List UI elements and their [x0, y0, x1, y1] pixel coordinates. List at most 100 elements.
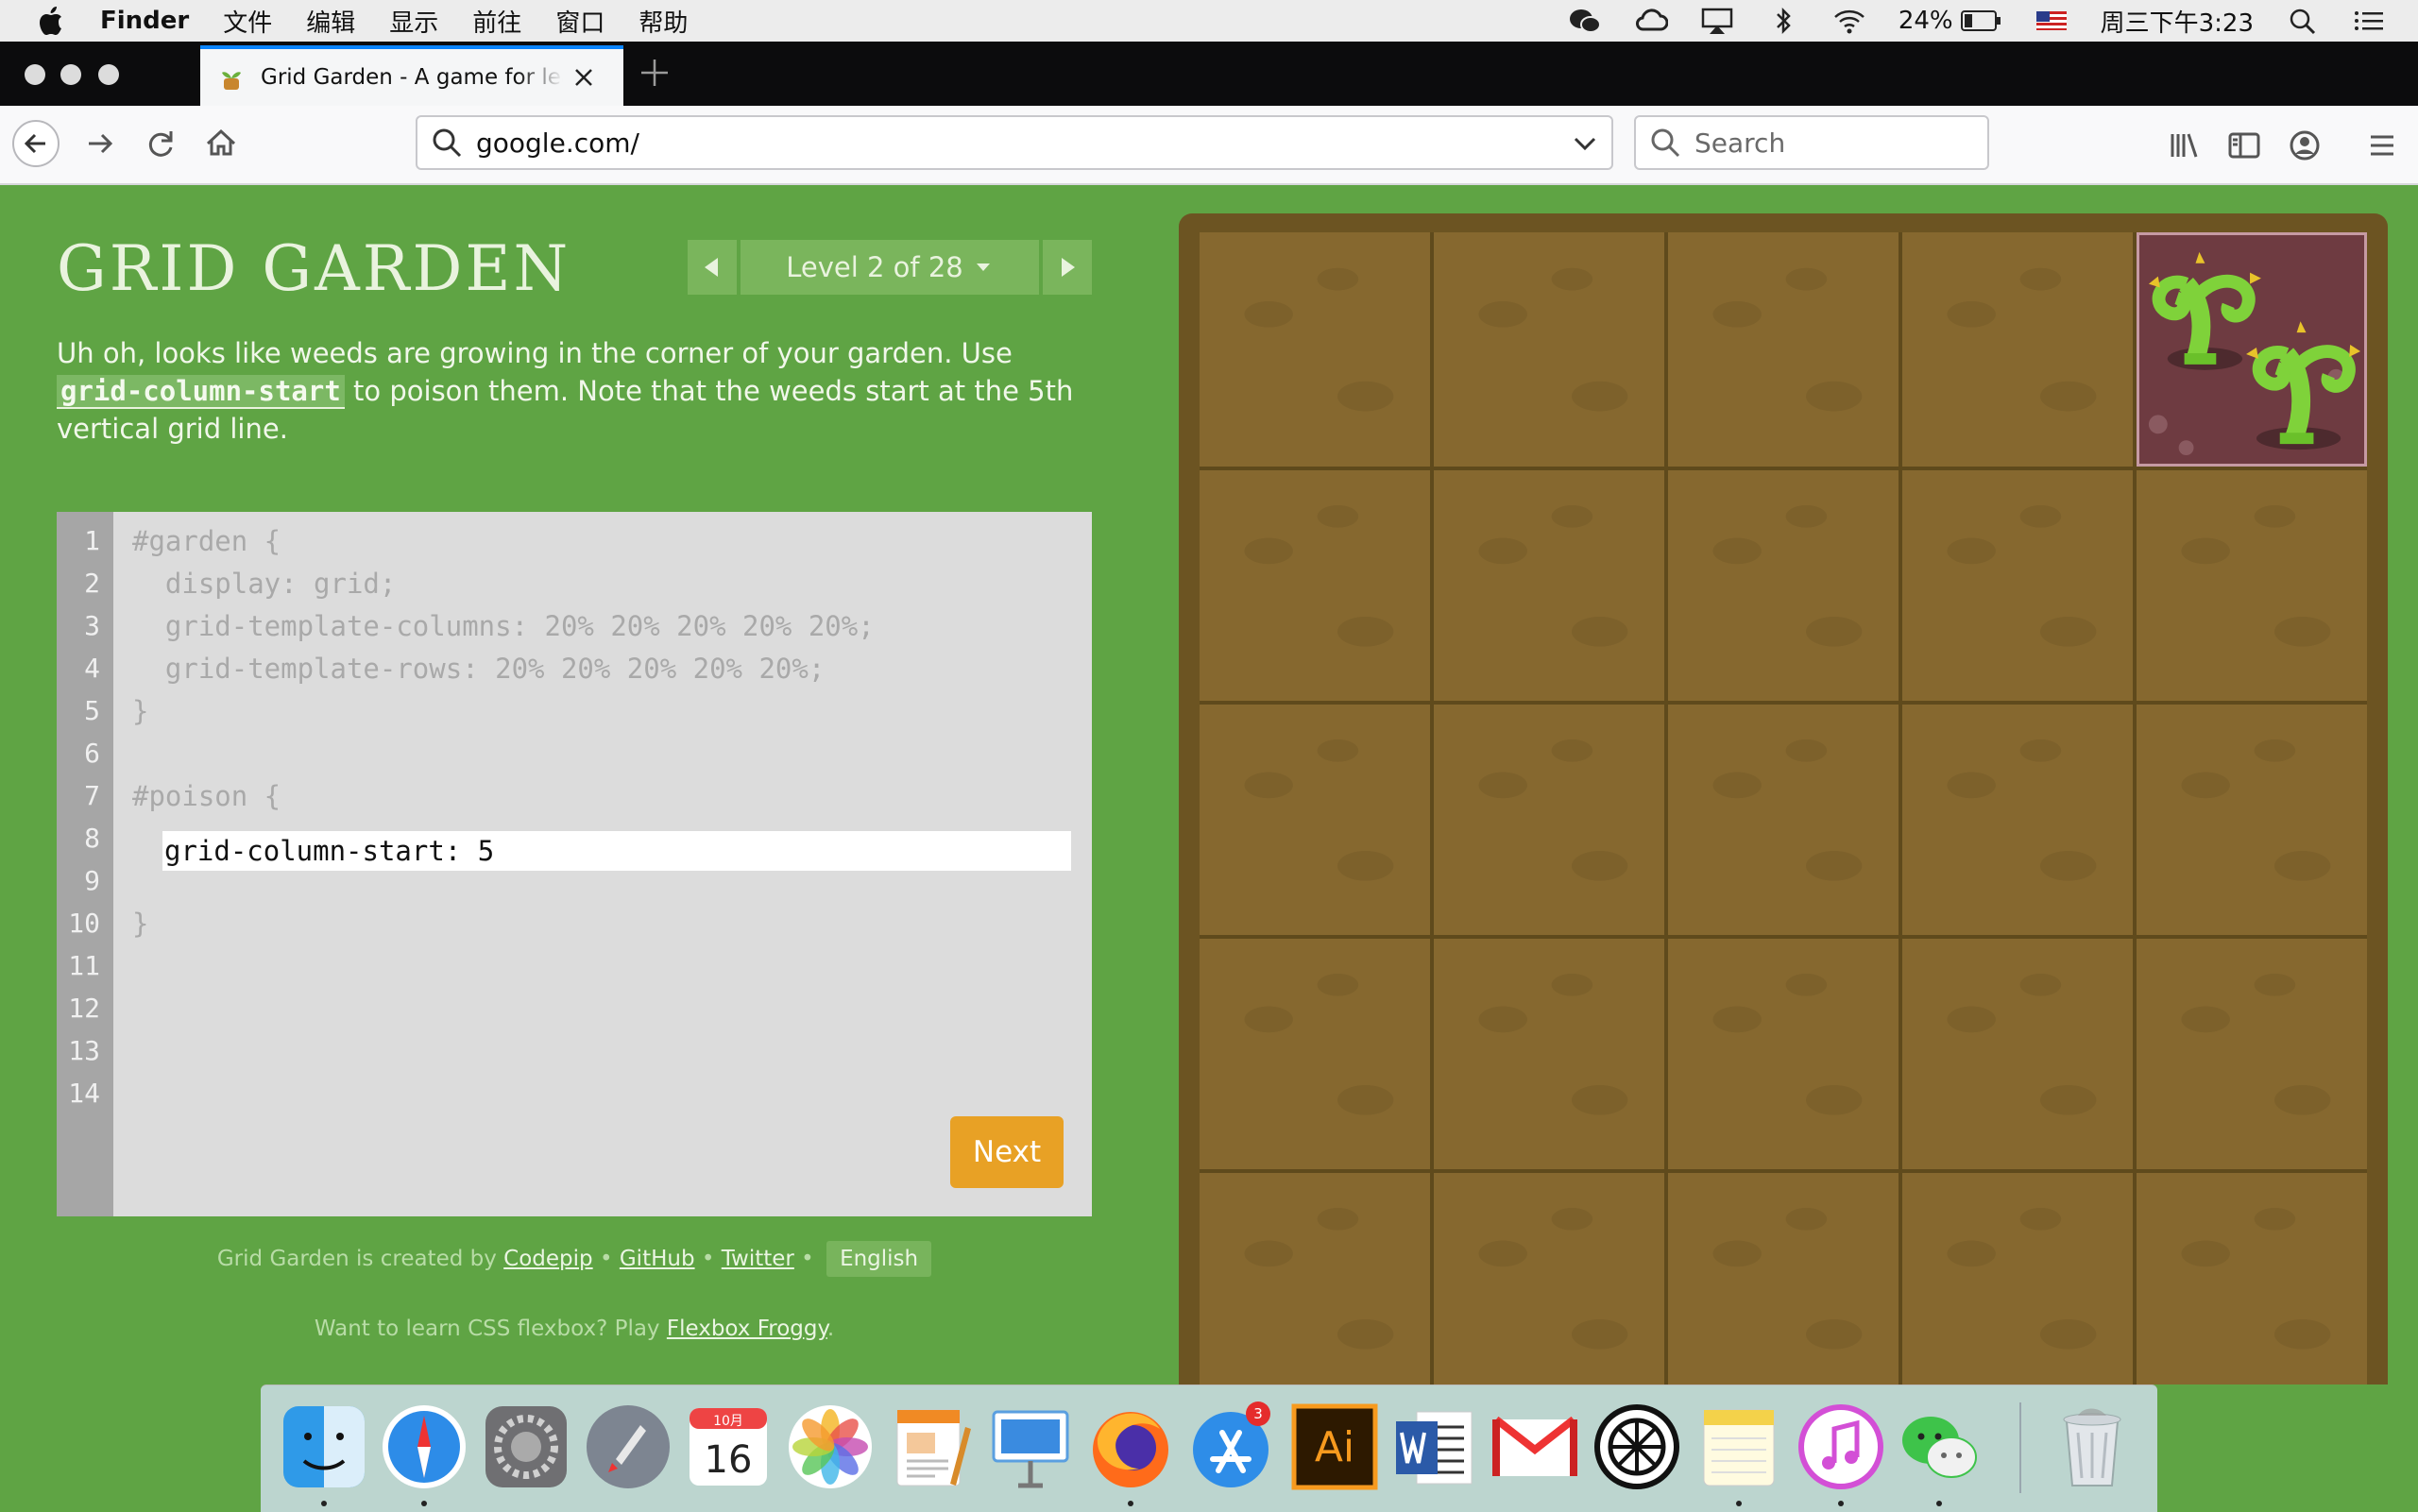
- hamburger-menu-icon[interactable]: [2363, 127, 2401, 164]
- next-level-button[interactable]: [1043, 240, 1092, 295]
- menu-go[interactable]: 前往: [472, 4, 521, 39]
- credits: Grid Garden is created by Codepip • GitH…: [0, 1241, 1149, 1277]
- close-tab-icon[interactable]: [572, 66, 595, 89]
- line-number: 11: [68, 950, 100, 981]
- soil-plot: [1668, 939, 1899, 1169]
- navigation-toolbar: google.com/ Search: [0, 106, 2418, 185]
- code-line: #poison {: [132, 780, 281, 812]
- soil-plot: [1200, 470, 1430, 701]
- soil-plot: [1434, 1173, 1664, 1385]
- soil-plot: [1434, 705, 1664, 935]
- new-tab-icon[interactable]: [639, 57, 671, 89]
- home-icon[interactable]: [196, 119, 246, 168]
- soil-plot: [1902, 1173, 2133, 1385]
- bullet-separator: •: [701, 1247, 722, 1271]
- pages-icon[interactable]: [884, 1401, 977, 1493]
- back-icon[interactable]: [11, 119, 60, 168]
- zoom-window-button[interactable]: [98, 64, 119, 85]
- menu-window[interactable]: 窗口: [555, 4, 604, 39]
- language-selector[interactable]: English: [826, 1241, 932, 1277]
- soil-plot: [1668, 1173, 1899, 1385]
- apple-icon[interactable]: [36, 5, 64, 37]
- battery-icon[interactable]: [1960, 9, 2002, 32]
- menu-edit[interactable]: 编辑: [306, 4, 355, 39]
- css-answer-input[interactable]: [162, 831, 1071, 871]
- forward-icon[interactable]: [76, 119, 125, 168]
- mask-app-icon[interactable]: [1591, 1401, 1683, 1493]
- flexbox-promo: Want to learn CSS flexbox? Play Flexbox …: [314, 1317, 835, 1341]
- menu-bar: Finder 文件 编辑 显示 前往 窗口 帮助 24% 周三下午3:23: [0, 0, 2418, 42]
- gmail-icon[interactable]: [1489, 1401, 1581, 1493]
- next-button[interactable]: Next: [950, 1116, 1064, 1188]
- wechat-status-icon[interactable]: [1568, 7, 1602, 35]
- tab-grid-garden[interactable]: Grid Garden - A game for learning CSS gr…: [200, 45, 623, 106]
- garden-grid: [1200, 232, 2367, 1385]
- line-number: 14: [68, 1078, 100, 1109]
- level-navigator: Level 2 of 28: [688, 240, 1092, 295]
- flexbox-froggy-link[interactable]: Flexbox Froggy: [667, 1317, 827, 1341]
- tab-title: Grid Garden - A game for learning CSS gr…: [261, 65, 563, 90]
- previous-level-button[interactable]: [688, 240, 737, 295]
- sidebar-icon[interactable]: [2225, 127, 2263, 164]
- garden-board: [1179, 213, 2388, 1385]
- minimize-window-button[interactable]: [60, 64, 81, 85]
- code-line: }: [132, 695, 149, 727]
- launchpad-icon[interactable]: [582, 1401, 674, 1493]
- codepip-link[interactable]: Codepip: [503, 1247, 592, 1271]
- caret-down-icon: [976, 263, 990, 271]
- triangle-left-icon: [705, 258, 718, 277]
- line-number: 6: [84, 738, 100, 769]
- bluetooth-icon[interactable]: [1766, 7, 1800, 35]
- running-indicator: [321, 1501, 327, 1506]
- safari-icon[interactable]: [378, 1401, 470, 1493]
- url-text: google.com/: [476, 127, 639, 159]
- line-number: 4: [84, 653, 100, 684]
- itunes-icon[interactable]: [1795, 1401, 1887, 1493]
- menu-file[interactable]: 文件: [223, 4, 272, 39]
- soil-plot: [1668, 705, 1899, 935]
- trash-icon[interactable]: [2046, 1401, 2138, 1493]
- bullet-separator: •: [599, 1247, 620, 1271]
- calendar-icon[interactable]: 10月 16: [682, 1401, 775, 1493]
- chevron-down-icon[interactable]: [1570, 128, 1600, 159]
- account-icon[interactable]: [2286, 127, 2324, 164]
- finder-icon[interactable]: [278, 1401, 370, 1493]
- notification-center-icon[interactable]: [2352, 7, 2386, 35]
- reload-icon[interactable]: [136, 119, 185, 168]
- illustrator-icon[interactable]: Ai: [1288, 1401, 1381, 1493]
- twitter-link[interactable]: Twitter: [722, 1247, 794, 1271]
- soil-plot: [1434, 232, 1664, 467]
- instruction-code-term: grid-column-start: [57, 375, 345, 409]
- app-store-icon[interactable]: 3: [1184, 1401, 1277, 1493]
- library-icon[interactable]: [2165, 127, 2203, 164]
- system-preferences-icon[interactable]: [480, 1401, 572, 1493]
- clock[interactable]: 周三下午3:23: [2101, 4, 2254, 39]
- soil-plot: [1902, 939, 2133, 1169]
- tab-strip: Grid Garden - A game for learning CSS gr…: [0, 42, 2418, 106]
- search-bar[interactable]: Search: [1634, 115, 1989, 170]
- soil-plot: [2137, 1173, 2367, 1385]
- close-window-button[interactable]: [25, 64, 45, 85]
- wechat-icon[interactable]: [1893, 1401, 1985, 1493]
- github-link[interactable]: GitHub: [620, 1247, 695, 1271]
- triangle-right-icon: [1062, 258, 1075, 277]
- word-icon[interactable]: [1388, 1401, 1481, 1493]
- notes-icon[interactable]: [1693, 1401, 1785, 1493]
- photos-icon[interactable]: [784, 1401, 877, 1493]
- menu-help[interactable]: 帮助: [639, 4, 688, 39]
- creative-cloud-icon[interactable]: [1634, 7, 1668, 35]
- firefox-icon[interactable]: [1084, 1401, 1177, 1493]
- menu-view[interactable]: 显示: [389, 4, 438, 39]
- running-indicator: [1736, 1501, 1742, 1506]
- wifi-icon[interactable]: [1832, 7, 1866, 35]
- airplay-icon[interactable]: [1700, 7, 1734, 35]
- url-bar[interactable]: google.com/: [416, 115, 1613, 170]
- game-title: GRID GARDEN: [57, 232, 571, 305]
- app-name[interactable]: Finder: [100, 7, 189, 35]
- us-flag-icon[interactable]: [2035, 7, 2069, 35]
- code-line: display: grid;: [132, 568, 397, 600]
- spotlight-search-icon[interactable]: [2286, 7, 2320, 35]
- level-selector[interactable]: Level 2 of 28: [741, 240, 1039, 295]
- soil-plot: [1668, 470, 1899, 701]
- keynote-icon[interactable]: [984, 1401, 1077, 1493]
